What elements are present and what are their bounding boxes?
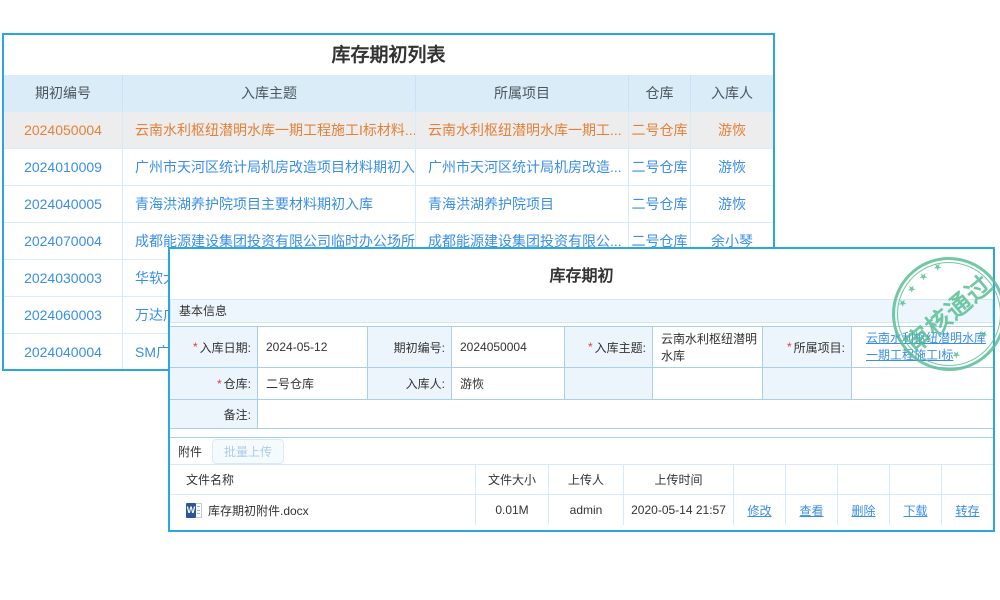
cell-opening-no[interactable]: 2024070004 bbox=[4, 223, 123, 259]
download-link[interactable]: 下载 bbox=[903, 502, 927, 519]
cell-subject[interactable]: 广州市天河区统计局机房改造项目材料期初入库 bbox=[123, 149, 416, 185]
list-header-row: 期初编号 入库主题 所属项目 仓库 入库人 bbox=[4, 75, 773, 111]
empty-label-cell bbox=[565, 368, 653, 400]
list-title: 库存期初列表 bbox=[4, 35, 773, 75]
subject-field[interactable]: 云南水利枢纽潜明水库 bbox=[653, 327, 763, 368]
inventory-opening-detail-panel: 库存期初 基本信息 * 入库日期: 2024-05-12 期初编号: 20240… bbox=[168, 247, 995, 532]
file-uploader: admin bbox=[548, 495, 623, 525]
modify-link[interactable]: 修改 bbox=[747, 502, 771, 519]
subject-label: * 入库主题: bbox=[565, 327, 653, 368]
required-marker: * bbox=[217, 377, 222, 391]
basic-info-form: * 入库日期: 2024-05-12 期初编号: 2024050004 * 入库… bbox=[170, 326, 993, 429]
cell-person: 游恢 bbox=[691, 112, 773, 148]
cell-project[interactable]: 青海洪湖养护院项目 bbox=[416, 186, 629, 222]
basic-info-section-header: 基本信息 bbox=[170, 299, 993, 323]
person-field: 游恢 bbox=[452, 368, 565, 400]
project-link[interactable]: 云南水利枢纽潜明水库一期工程施工I标 bbox=[860, 328, 993, 367]
empty-value-cell bbox=[653, 368, 763, 400]
opening-no-label: 期初编号: bbox=[368, 327, 452, 368]
file-name: 库存期初附件.docx bbox=[208, 502, 309, 519]
col-header-project: 所属项目 bbox=[416, 75, 629, 111]
cell-person: 游恢 bbox=[691, 186, 773, 222]
remark-field[interactable] bbox=[258, 400, 993, 429]
cell-warehouse: 二号仓库 bbox=[629, 149, 691, 185]
col-header-file-name: 文件名称 bbox=[170, 465, 475, 494]
attachment-label: 附件 bbox=[178, 443, 202, 460]
project-field: 云南水利枢纽潜明水库一期工程施工I标 bbox=[852, 327, 993, 368]
file-name-cell: W 库存期初附件.docx bbox=[170, 495, 475, 525]
cell-subject[interactable]: 云南水利枢纽潜明水库一期工程施工I标材料... bbox=[123, 112, 416, 148]
person-label: 入库人: bbox=[368, 368, 452, 400]
table-row[interactable]: 2024050004 云南水利枢纽潜明水库一期工程施工I标材料... 云南水利枢… bbox=[4, 111, 773, 148]
remark-label: 备注: bbox=[170, 400, 258, 429]
col-header-action bbox=[733, 465, 785, 494]
required-marker: * bbox=[193, 340, 198, 354]
col-header-action bbox=[889, 465, 941, 494]
attachment-row: W 库存期初附件.docx 0.01M admin 2020-05-14 21:… bbox=[170, 495, 993, 525]
cell-warehouse: 二号仓库 bbox=[629, 186, 691, 222]
cell-opening-no[interactable]: 2024030003 bbox=[4, 260, 123, 296]
warehouse-field[interactable]: 二号仓库 bbox=[258, 368, 368, 400]
col-header-action bbox=[837, 465, 889, 494]
file-upload-time: 2020-05-14 21:57 bbox=[623, 495, 733, 525]
col-header-opening-no: 期初编号 bbox=[4, 75, 123, 111]
batch-upload-button[interactable]: 批量上传 bbox=[212, 439, 284, 464]
cell-opening-no[interactable]: 2024010009 bbox=[4, 149, 123, 185]
in-date-field[interactable]: 2024-05-12 bbox=[258, 327, 368, 368]
empty-label-cell bbox=[763, 368, 852, 400]
cell-opening-no[interactable]: 2024040004 bbox=[4, 334, 123, 370]
cell-warehouse: 二号仓库 bbox=[629, 112, 691, 148]
empty-value-cell bbox=[852, 368, 993, 400]
file-size: 0.01M bbox=[475, 495, 548, 525]
word-document-icon: W bbox=[186, 503, 202, 518]
col-header-warehouse: 仓库 bbox=[629, 75, 691, 111]
attachment-section-header: 附件 批量上传 bbox=[170, 437, 993, 464]
col-header-file-size: 文件大小 bbox=[475, 465, 548, 494]
col-header-uploader: 上传人 bbox=[548, 465, 623, 494]
opening-no-field: 2024050004 bbox=[452, 327, 565, 368]
detail-title: 库存期初 bbox=[170, 249, 993, 299]
cell-opening-no[interactable]: 2024040005 bbox=[4, 186, 123, 222]
in-date-label: * 入库日期: bbox=[170, 327, 258, 368]
transfer-link[interactable]: 转存 bbox=[955, 502, 979, 519]
delete-link[interactable]: 删除 bbox=[851, 502, 875, 519]
col-header-subject: 入库主题 bbox=[123, 75, 416, 111]
attachment-table: 文件名称 文件大小 上传人 上传时间 W 库存期初附件.docx 0 bbox=[170, 464, 993, 525]
col-header-action bbox=[785, 465, 837, 494]
screen: 库存期初列表 期初编号 入库主题 所属项目 仓库 入库人 2024050004 … bbox=[0, 0, 1000, 600]
attachment-header-row: 文件名称 文件大小 上传人 上传时间 bbox=[170, 464, 993, 495]
project-label: * 所属项目: bbox=[763, 327, 852, 368]
view-link[interactable]: 查看 bbox=[799, 502, 823, 519]
col-header-action bbox=[941, 465, 993, 494]
cell-project[interactable]: 云南水利枢纽潜明水库一期工... bbox=[416, 112, 629, 148]
col-header-person: 入库人 bbox=[691, 75, 773, 111]
cell-person: 游恢 bbox=[691, 149, 773, 185]
cell-opening-no[interactable]: 2024050004 bbox=[4, 112, 123, 148]
warehouse-label: * 仓库: bbox=[170, 368, 258, 400]
table-row[interactable]: 2024010009 广州市天河区统计局机房改造项目材料期初入库 广州市天河区统… bbox=[4, 148, 773, 185]
required-marker: * bbox=[787, 340, 792, 354]
cell-subject[interactable]: 青海洪湖养护院项目主要材料期初入库 bbox=[123, 186, 416, 222]
table-row[interactable]: 2024040005 青海洪湖养护院项目主要材料期初入库 青海洪湖养护院项目 二… bbox=[4, 185, 773, 222]
col-header-upload-time: 上传时间 bbox=[623, 465, 733, 494]
required-marker: * bbox=[588, 340, 593, 354]
cell-project[interactable]: 广州市天河区统计局机房改造... bbox=[416, 149, 629, 185]
cell-opening-no[interactable]: 2024060003 bbox=[4, 297, 123, 333]
